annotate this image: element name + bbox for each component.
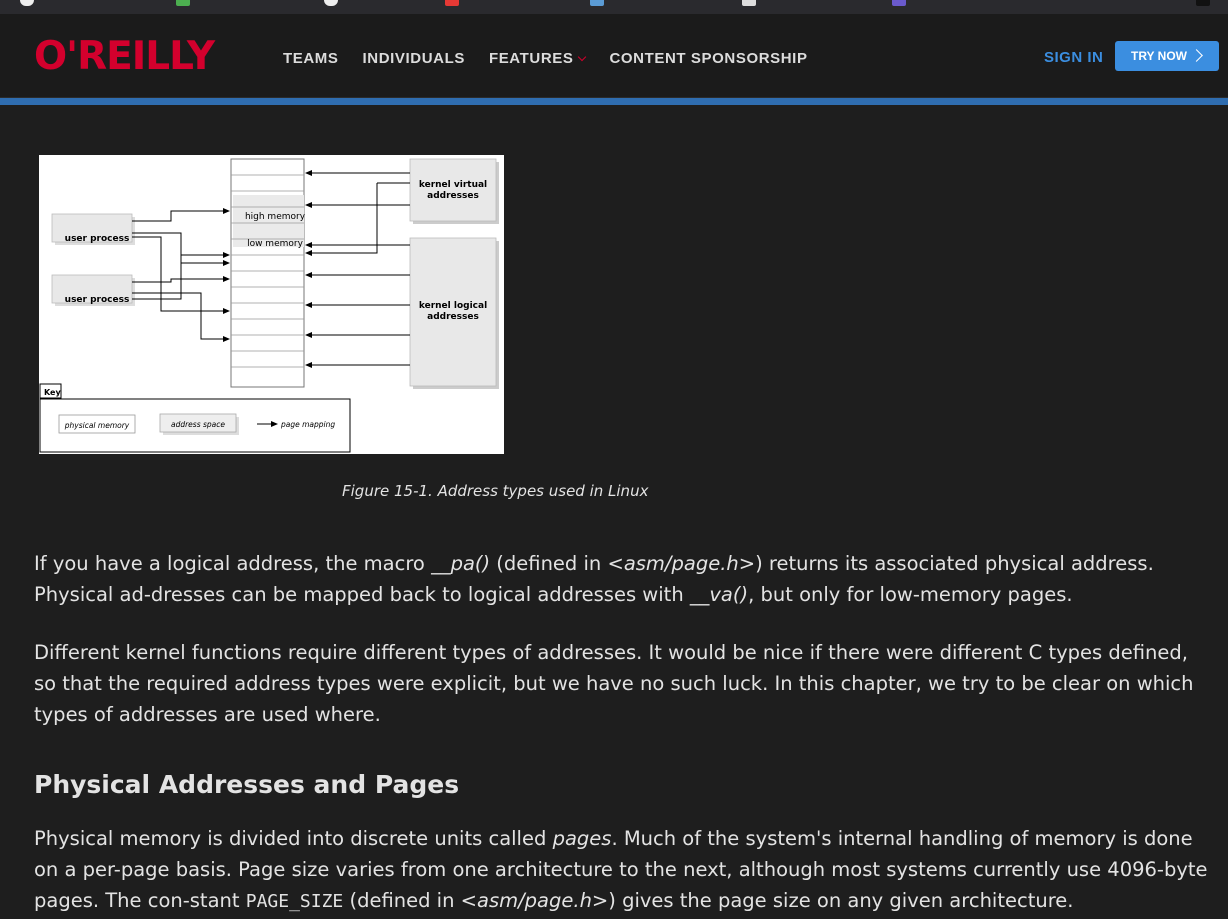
pa-macro: __pa() <box>431 552 491 575</box>
section-heading: Physical Addresses and Pages <box>34 770 460 799</box>
kernel-logical-label-1: kernel logical <box>419 301 487 311</box>
sign-in-link[interactable]: SIGN IN <box>1044 49 1103 66</box>
bookmark-icon[interactable] <box>20 0 34 6</box>
key-page-mapping: page mapping <box>280 420 335 429</box>
high-memory-label: high memory <box>245 212 306 222</box>
p3-text-d: ) gives the page size on any given archi… <box>608 889 1074 912</box>
key-physical-memory: physical memory <box>64 421 130 430</box>
bookmark-icon[interactable] <box>1196 0 1210 6</box>
bookmark-icon[interactable] <box>892 0 906 6</box>
p1-text-a: If you have a logical address, the macro <box>34 552 432 575</box>
chevron-right-icon <box>1190 49 1203 62</box>
main-nav: TEAMS INDIVIDUALS FEATURES CONTENT SPONS… <box>283 50 808 67</box>
bookmark-icon[interactable] <box>590 0 604 6</box>
paragraph-physical-memory: Physical memory is divided into discrete… <box>34 823 1214 917</box>
key-label: Key <box>44 388 61 397</box>
p3-text-a: Physical memory is divided into discrete… <box>34 827 553 850</box>
p3-text-c: (defined in <box>343 889 461 912</box>
bookmark-icon[interactable] <box>445 0 459 6</box>
kernel-logical-label-2: addresses <box>427 312 479 322</box>
pages-term: pages <box>552 827 612 850</box>
try-now-label: TRY NOW <box>1131 49 1187 63</box>
chevron-down-icon <box>578 52 587 62</box>
figure-caption: Figure 15-1. Address types used in Linux <box>342 482 649 500</box>
kernel-virtual-label-2: addresses <box>427 191 479 201</box>
address-types-figure: high memory low memory user process user… <box>39 155 504 454</box>
page-size-constant: PAGE_SIZE <box>245 891 344 912</box>
paragraph-logical-address: If you have a logical address, the macro… <box>34 548 1214 610</box>
key-address-space: address space <box>171 420 225 429</box>
paragraph-kernel-functions: Different kernel functions require diffe… <box>34 641 1194 726</box>
page-h-file: <asm/page.h> <box>607 552 756 575</box>
bookmarks-bar <box>0 0 1228 14</box>
physical-memory-column: high memory low memory <box>230 158 306 388</box>
nav-individuals[interactable]: INDIVIDUALS <box>363 50 465 67</box>
bookmark-icon[interactable] <box>742 0 756 6</box>
p1-text-d: , but only for low-memory pages. <box>748 583 1073 606</box>
low-memory-label: low memory <box>247 239 304 249</box>
va-macro: __va() <box>689 583 749 606</box>
user-process-2-label: user process <box>65 295 130 305</box>
page-h-file-2: <asm/page.h> <box>460 889 609 912</box>
nav-features[interactable]: FEATURES <box>488 50 587 67</box>
nav-content-sponsorship[interactable]: CONTENT SPONSORSHIP <box>609 50 807 67</box>
site-header: O'REILLY TEAMS INDIVIDUALS FEATURES CONT… <box>0 14 1228 98</box>
nav-teams[interactable]: TEAMS <box>283 50 339 67</box>
bookmark-icon[interactable] <box>324 0 338 6</box>
nav-features-label: FEATURES <box>488 50 574 67</box>
kernel-virtual-label-1: kernel virtual <box>419 180 487 190</box>
user-process-1-label: user process <box>65 234 130 244</box>
bookmark-icon[interactable] <box>176 0 190 6</box>
try-now-button[interactable]: TRY NOW <box>1115 41 1219 71</box>
p1-text-b: (defined in <box>490 552 608 575</box>
oreilly-logo[interactable]: O'REILLY <box>34 37 215 76</box>
accent-bar <box>0 98 1228 105</box>
